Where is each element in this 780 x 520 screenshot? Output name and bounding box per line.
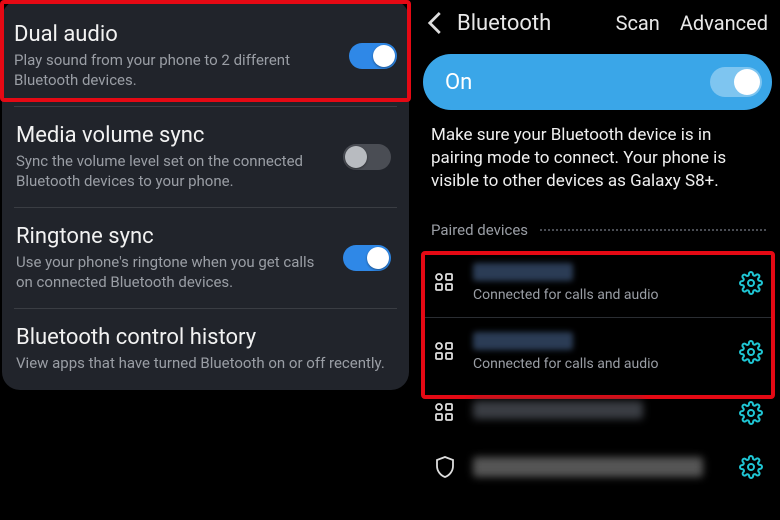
dual-audio-toggle[interactable] — [349, 43, 397, 69]
bluetooth-master-toggle-row[interactable]: On — [423, 54, 772, 110]
setting-subtitle: View apps that have turned Bluetooth on … — [16, 354, 391, 374]
page-title: Bluetooth — [457, 11, 610, 36]
device-settings-gear-icon[interactable] — [738, 400, 764, 426]
bluetooth-main-panel: Bluetooth Scan Advanced On Make sure you… — [415, 0, 780, 520]
ringtone-sync-row[interactable]: Ringtone sync Use your phone's ringtone … — [14, 207, 397, 308]
device-grid-icon — [431, 340, 459, 364]
media-volume-sync-row[interactable]: Media volume sync Sync the volume level … — [14, 106, 397, 207]
settings-card: Dual audio Play sound from your phone to… — [2, 0, 409, 390]
media-volume-sync-toggle[interactable] — [343, 144, 391, 170]
paired-device-row[interactable]: Connected for calls and audio — [423, 249, 772, 317]
device-name-blurred — [473, 401, 643, 419]
device-name-blurred — [473, 332, 573, 350]
paired-device-row[interactable] — [423, 386, 772, 440]
advanced-button[interactable]: Advanced — [680, 11, 768, 35]
setting-subtitle: Sync the volume level set on the connect… — [16, 152, 325, 191]
dual-audio-row[interactable]: Dual audio Play sound from your phone to… — [2, 6, 409, 106]
device-text — [473, 401, 724, 425]
device-list: Connected for calls and audio Connected … — [415, 249, 780, 494]
device-name-blurred — [473, 457, 703, 477]
on-label: On — [445, 70, 472, 95]
setting-subtitle: Play sound from your phone to 2 differen… — [14, 51, 331, 90]
device-settings-gear-icon[interactable] — [738, 339, 764, 365]
device-status: Connected for calls and audio — [473, 356, 724, 372]
bluetooth-options-panel: Dual audio Play sound from your phone to… — [0, 0, 415, 520]
setting-title: Dual audio — [14, 22, 331, 47]
device-settings-gear-icon[interactable] — [738, 454, 764, 480]
setting-text: Ringtone sync Use your phone's ringtone … — [16, 224, 325, 292]
device-grid-icon — [431, 271, 459, 295]
setting-text: Media volume sync Sync the volume level … — [16, 123, 325, 191]
device-name-blurred — [473, 263, 573, 281]
setting-subtitle: Use your phone's ringtone when you get c… — [16, 253, 325, 292]
setting-title: Media volume sync — [16, 123, 325, 148]
device-shield-icon — [431, 455, 459, 479]
bluetooth-master-toggle[interactable] — [710, 67, 762, 97]
paired-devices-header: Paired devices — [415, 211, 780, 249]
ringtone-sync-toggle[interactable] — [343, 245, 391, 271]
device-status: Connected for calls and audio — [473, 287, 724, 303]
paired-device-row[interactable] — [423, 440, 772, 494]
header: Bluetooth Scan Advanced — [415, 0, 780, 46]
setting-title: Ringtone sync — [16, 224, 325, 249]
device-text — [473, 457, 724, 477]
setting-title: Bluetooth control history — [16, 325, 391, 350]
device-text: Connected for calls and audio — [473, 263, 724, 303]
paired-device-row[interactable]: Connected for calls and audio — [423, 317, 772, 386]
help-text: Make sure your Bluetooth device is in pa… — [415, 124, 780, 211]
device-settings-gear-icon[interactable] — [738, 270, 764, 296]
bluetooth-control-history-row[interactable]: Bluetooth control history View apps that… — [14, 308, 397, 390]
device-text: Connected for calls and audio — [473, 332, 724, 372]
back-icon[interactable] — [421, 8, 451, 38]
scan-button[interactable]: Scan — [616, 11, 660, 35]
setting-text: Dual audio Play sound from your phone to… — [14, 22, 331, 90]
divider-dots — [540, 229, 766, 231]
paired-devices-label: Paired devices — [431, 221, 528, 239]
setting-text: Bluetooth control history View apps that… — [16, 325, 391, 374]
device-grid-icon — [431, 401, 459, 425]
